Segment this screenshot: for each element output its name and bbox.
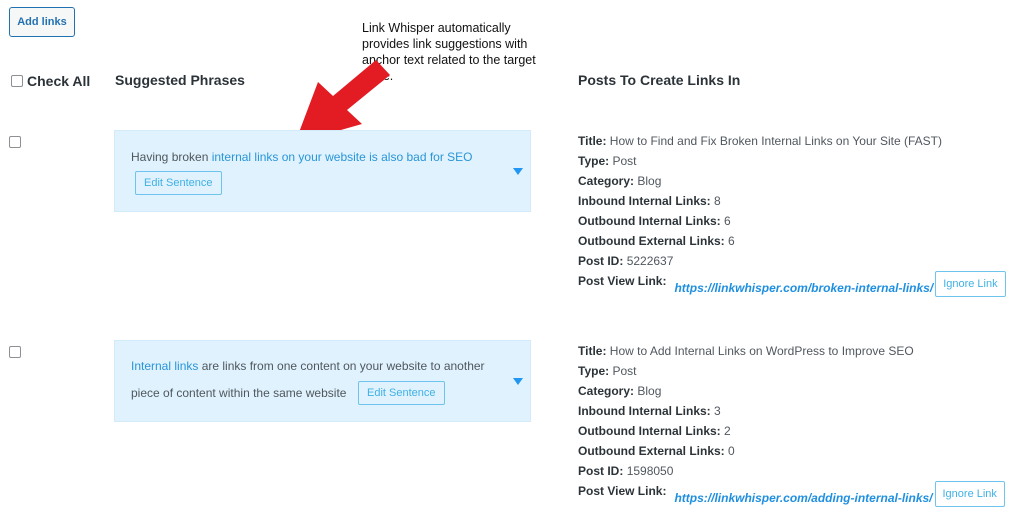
post-type: Post [612, 364, 637, 378]
post-id: 5222637 [626, 254, 674, 268]
post-title-key: Title: [578, 344, 607, 358]
inbound-links-key: Inbound Internal Links: [578, 404, 711, 418]
post-details: Title: How to Find and Fix Broken Intern… [578, 131, 1006, 298]
add-links-button[interactable]: Add links [9, 7, 75, 37]
external-links-count: 6 [728, 234, 735, 248]
chevron-down-icon[interactable] [513, 378, 523, 385]
external-links-key: Outbound External Links: [578, 234, 725, 248]
post-view-link[interactable]: https://linkwhisper.com/adding-internal-… [674, 488, 932, 508]
anchor-text-link[interactable]: internal links on your website is also b… [212, 150, 473, 164]
ignore-link-button[interactable]: Ignore Link [934, 481, 1005, 507]
check-all-checkbox[interactable] [11, 75, 23, 87]
outbound-links-key: Outbound Internal Links: [578, 424, 721, 438]
post-type-key: Type: [578, 364, 610, 378]
outbound-links-count: 6 [724, 214, 731, 228]
post-type: Post [612, 154, 637, 168]
post-type-key: Type: [578, 154, 610, 168]
post-view-link[interactable]: https://linkwhisper.com/broken-internal-… [674, 278, 933, 298]
suggested-phrase-box: Having broken internal links on your web… [114, 130, 531, 212]
phrase-sentence: Internal links are links from one conten… [131, 353, 506, 407]
post-id-key: Post ID: [578, 254, 624, 268]
chevron-down-icon[interactable] [513, 168, 523, 175]
callout-text: Link Whisper automatically provides link… [362, 21, 536, 83]
suggested-phrases-header: Suggested Phrases [115, 72, 245, 88]
post-id-key: Post ID: [578, 464, 624, 478]
inbound-links-count: 8 [714, 194, 721, 208]
anchor-text-link[interactable]: Internal links [131, 359, 198, 373]
post-category-key: Category: [578, 384, 635, 398]
post-title: How to Find and Fix Broken Internal Link… [609, 134, 942, 148]
check-all[interactable]: Check All [11, 73, 90, 89]
external-links-key: Outbound External Links: [578, 444, 725, 458]
post-title-key: Title: [578, 134, 607, 148]
post-category: Blog [637, 384, 662, 398]
phrase-text-before: Having broken [131, 150, 212, 164]
phrase-sentence: Having broken internal links on your web… [131, 144, 473, 171]
check-all-label: Check All [27, 73, 91, 89]
inbound-links-count: 3 [714, 404, 721, 418]
ignore-link-button[interactable]: Ignore Link [935, 271, 1006, 297]
post-id: 1598050 [626, 464, 674, 478]
post-category: Blog [637, 174, 662, 188]
outbound-links-count: 2 [724, 424, 731, 438]
suggested-phrase-box: Internal links are links from one conten… [114, 340, 531, 422]
post-view-link-key: Post View Link: [578, 484, 667, 498]
post-title: How to Add Internal Links on WordPress t… [609, 344, 914, 358]
post-view-link-key: Post View Link: [578, 274, 667, 288]
post-category-key: Category: [578, 174, 635, 188]
edit-sentence-button[interactable]: Edit Sentence [135, 171, 222, 195]
external-links-count: 0 [728, 444, 735, 458]
outbound-links-key: Outbound Internal Links: [578, 214, 721, 228]
inbound-links-key: Inbound Internal Links: [578, 194, 711, 208]
post-details: Title: How to Add Internal Links on Word… [578, 341, 1005, 508]
edit-sentence-button[interactable]: Edit Sentence [358, 381, 445, 405]
row-checkbox[interactable] [9, 136, 21, 148]
row-checkbox[interactable] [9, 346, 21, 358]
posts-header: Posts To Create Links In [578, 72, 741, 88]
